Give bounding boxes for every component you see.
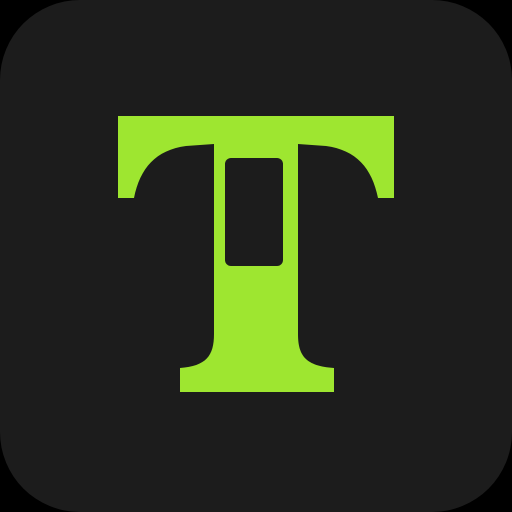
t-center-slot [225,158,283,266]
t-glyph-shape [118,116,394,392]
t-logo-icon [118,116,394,392]
icon-canvas [0,0,512,512]
app-icon-tile[interactable] [0,0,512,512]
